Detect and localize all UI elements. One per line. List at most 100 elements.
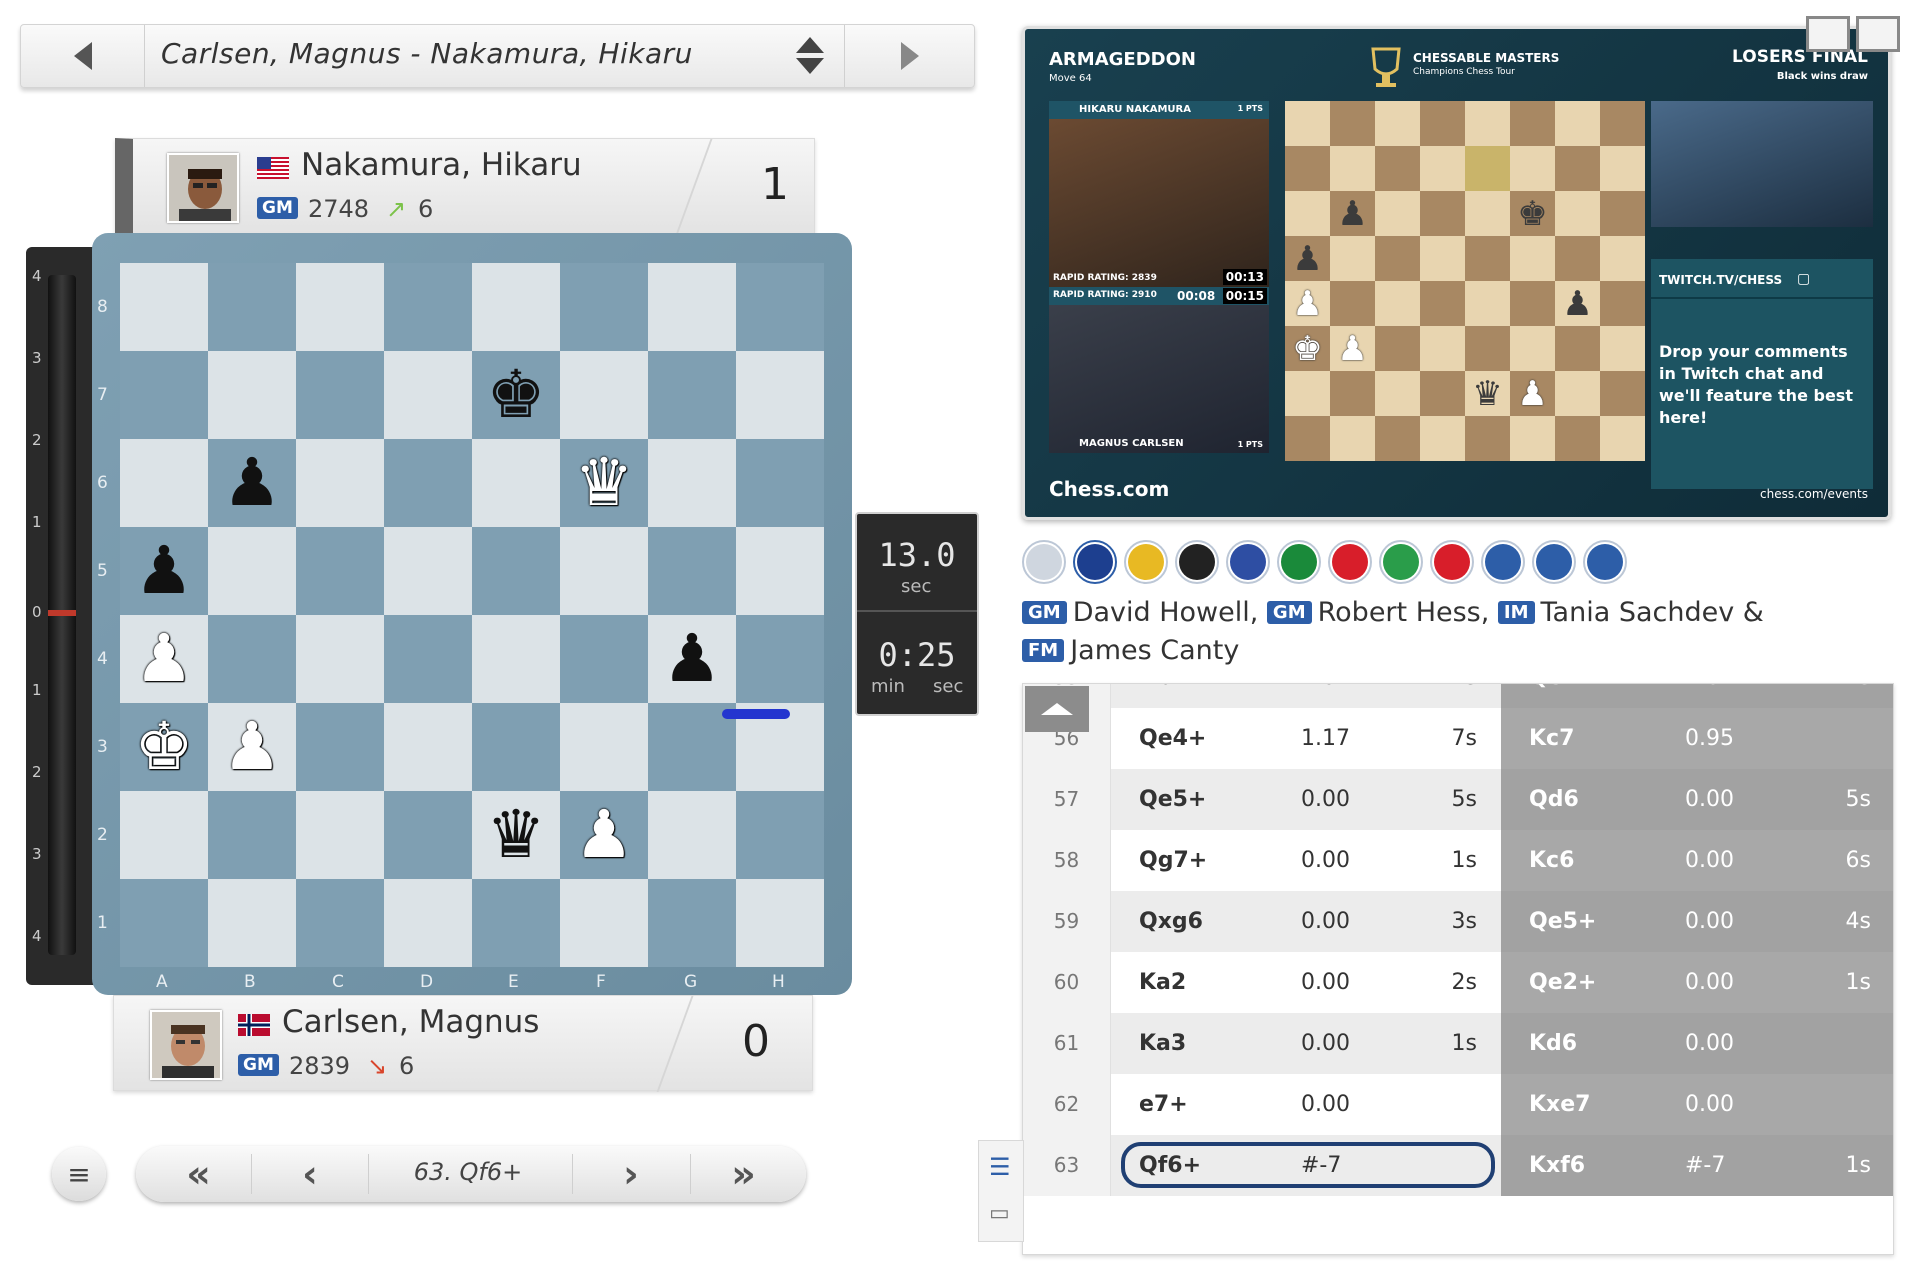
square-c5[interactable] <box>296 527 384 615</box>
language-chat-2-icon[interactable] <box>1532 540 1576 584</box>
previous-move-button[interactable]: ‹ <box>252 1146 368 1202</box>
square-e7[interactable]: ♚ <box>472 351 560 439</box>
square-f6[interactable]: ♛ <box>560 439 648 527</box>
black-pawn-piece[interactable]: ♟ <box>134 538 193 604</box>
black-king-piece[interactable]: ♚ <box>486 362 545 428</box>
scroll-up-button[interactable] <box>1025 686 1089 732</box>
black-move[interactable]: Kc6 <box>1529 830 1574 891</box>
square-h5[interactable] <box>736 527 824 615</box>
square-d3[interactable] <box>384 703 472 791</box>
sort-updown-icon[interactable] <box>796 37 826 77</box>
square-c2[interactable] <box>296 791 384 879</box>
square-g5[interactable] <box>648 527 736 615</box>
square-a2[interactable] <box>120 791 208 879</box>
language-english-icon[interactable] <box>1073 540 1117 584</box>
square-h1[interactable] <box>736 879 824 967</box>
square-d4[interactable] <box>384 615 472 703</box>
white-pawn-piece[interactable]: ♟ <box>222 714 281 780</box>
square-b3[interactable]: ♟ <box>208 703 296 791</box>
black-move-cell[interactable]: Kc6 0.00 6s <box>1501 830 1893 891</box>
black-move-cell[interactable]: Qd6 0.00 5s <box>1501 769 1893 830</box>
next-game-button[interactable] <box>844 25 974 87</box>
white-move[interactable]: e7+ <box>1139 1074 1188 1135</box>
square-d6[interactable] <box>384 439 472 527</box>
white-pawn-piece[interactable]: ♟ <box>134 626 193 692</box>
square-f3[interactable] <box>560 703 648 791</box>
square-d8[interactable] <box>384 263 472 351</box>
white-king-piece[interactable]: ♚ <box>134 714 193 780</box>
last-move-button[interactable]: » <box>691 1146 796 1202</box>
white-move-cell[interactable]: Ka2 0.00 2s <box>1111 952 1501 1013</box>
square-g1[interactable] <box>648 879 736 967</box>
square-a3[interactable]: ♚ <box>120 703 208 791</box>
chessboard[interactable]: ♚ ♟ ♛ ♟ ♟ ♟ ♚ ♟ ♛ ♟ <box>120 263 824 967</box>
white-move[interactable]: Qe4+ <box>1139 708 1206 769</box>
square-f8[interactable] <box>560 263 648 351</box>
square-d5[interactable] <box>384 527 472 615</box>
square-a1[interactable] <box>120 879 208 967</box>
white-move-cell[interactable]: Ka3 0.00 1s <box>1111 1013 1501 1074</box>
white-move[interactable]: Qxg6 <box>1139 891 1203 952</box>
black-move-cell[interactable]: Kxe7 0.00 <box>1501 1074 1893 1135</box>
black-move[interactable]: Kxf6 <box>1529 1135 1585 1196</box>
square-a7[interactable] <box>120 351 208 439</box>
game-title[interactable]: Carlsen, Magnus - Nakamura, Hikaru <box>161 37 693 70</box>
square-c1[interactable] <box>296 879 384 967</box>
black-queen-piece[interactable]: ♛ <box>486 802 545 868</box>
menu-button[interactable]: ≡ <box>52 1147 106 1201</box>
square-h4[interactable] <box>736 615 824 703</box>
language-polish-icon[interactable] <box>1430 540 1474 584</box>
white-move[interactable]: Ka3 <box>1139 1013 1186 1074</box>
language-german-icon[interactable] <box>1175 540 1219 584</box>
square-h2[interactable] <box>736 791 824 879</box>
square-b6[interactable]: ♟ <box>208 439 296 527</box>
black-move[interactable]: Kd6 <box>1529 1013 1577 1074</box>
white-queen-piece[interactable]: ♛ <box>574 450 633 516</box>
white-move-cell[interactable]: e7+ 0.00 <box>1111 1074 1501 1135</box>
white-move[interactable]: Ka2 <box>1139 952 1186 1013</box>
first-move-button[interactable]: « <box>146 1146 251 1202</box>
language-chat-3-icon[interactable] <box>1583 540 1627 584</box>
black-move-cell[interactable]: Qc7 1.07 1s <box>1501 684 1893 708</box>
black-move-cell[interactable]: Qe5+ 0.00 4s <box>1501 891 1893 952</box>
square-g2[interactable] <box>648 791 736 879</box>
black-move[interactable]: Kxe7 <box>1529 1074 1590 1135</box>
black-move[interactable]: Kc7 <box>1529 708 1574 769</box>
square-c6[interactable] <box>296 439 384 527</box>
square-e1[interactable] <box>472 879 560 967</box>
white-move-cell[interactable]: Qg7+ 0.00 1s <box>1111 830 1501 891</box>
square-c4[interactable] <box>296 615 384 703</box>
square-e3[interactable] <box>472 703 560 791</box>
black-move-cell[interactable]: Kxf6 #-7 1s <box>1501 1135 1893 1196</box>
square-g8[interactable] <box>648 263 736 351</box>
square-c3[interactable] <box>296 703 384 791</box>
square-f4[interactable] <box>560 615 648 703</box>
video-stream[interactable]: ARMAGEDDON Move 64 CHESSABLE MASTERS Cha… <box>1022 26 1891 520</box>
black-move[interactable]: Qc7 <box>1529 684 1576 708</box>
white-move[interactable]: Kb2 <box>1139 684 1187 708</box>
square-e6[interactable] <box>472 439 560 527</box>
square-d7[interactable] <box>384 351 472 439</box>
square-b7[interactable] <box>208 351 296 439</box>
square-b8[interactable] <box>208 263 296 351</box>
black-move-cell[interactable]: Kc7 0.95 <box>1501 708 1893 769</box>
square-b5[interactable] <box>208 527 296 615</box>
next-move-button[interactable]: › <box>573 1146 689 1202</box>
language-italian-icon[interactable] <box>1379 540 1423 584</box>
white-move-cell[interactable]: Qe4+ 1.17 7s <box>1111 708 1501 769</box>
previous-game-button[interactable] <box>21 25 145 87</box>
square-f5[interactable] <box>560 527 648 615</box>
chat-icon[interactable]: ▭ <box>989 1201 1010 1226</box>
square-c8[interactable] <box>296 263 384 351</box>
square-e8[interactable] <box>472 263 560 351</box>
square-h7[interactable] <box>736 351 824 439</box>
square-e5[interactable] <box>472 527 560 615</box>
window-icon[interactable] <box>1856 16 1900 52</box>
square-b2[interactable] <box>208 791 296 879</box>
square-b4[interactable] <box>208 615 296 703</box>
language-chat-1-icon[interactable] <box>1481 540 1525 584</box>
square-b1[interactable] <box>208 879 296 967</box>
white-move-cell[interactable]: Qe5+ 0.00 5s <box>1111 769 1501 830</box>
square-g6[interactable] <box>648 439 736 527</box>
black-move-cell[interactable]: Kd6 0.00 <box>1501 1013 1893 1074</box>
